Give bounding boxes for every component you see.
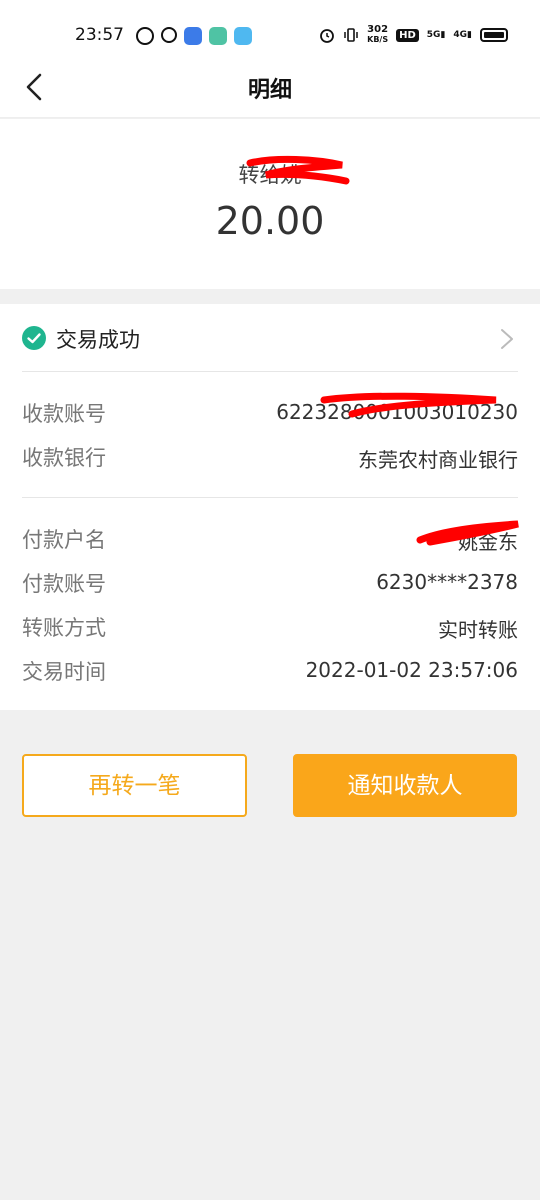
transaction-status: 交易成功 xyxy=(56,328,140,352)
alarm-icon xyxy=(320,29,335,43)
payer-account-value: 6230****2378 xyxy=(376,570,518,594)
payer-info: 付款户名 姚金东 付款账号 6230****2378 转账方式 实时转账 交易时… xyxy=(22,520,518,696)
notify-receiver-button[interactable]: 通知收款人 xyxy=(293,754,517,817)
shield-app-icon xyxy=(234,27,252,45)
header: 明细 xyxy=(0,70,540,118)
vibrate-icon xyxy=(344,28,358,42)
green-app-icon xyxy=(209,27,227,45)
transfer-method-row: 转账方式 实时转账 xyxy=(22,608,518,652)
receiver-bank-row: 收款银行 东莞农村商业银行 xyxy=(22,438,518,482)
transaction-time-value: 2022-01-02 23:57:06 xyxy=(305,658,518,682)
receiver-bank-label: 收款银行 xyxy=(22,446,106,470)
transaction-time-row: 交易时间 2022-01-02 23:57:06 xyxy=(22,652,518,696)
battery-icon xyxy=(480,28,508,42)
page-title: 明细 xyxy=(247,78,292,103)
notification-icons xyxy=(136,27,252,45)
app-k-icon xyxy=(136,27,154,45)
hd-badge: HD xyxy=(396,28,419,42)
blue-app-icon xyxy=(184,27,202,45)
payer-name-row: 付款户名 姚金东 xyxy=(22,520,518,564)
receiver-account-row: 收款账号 6223280001003010230 xyxy=(22,394,518,438)
transfer-method-label: 转账方式 xyxy=(22,616,106,640)
check-circle-icon xyxy=(22,326,46,350)
system-icons: 302 KB/S HD 5G▮ 4G▮ xyxy=(319,25,508,45)
receiver-account-value: 6223280001003010230 xyxy=(276,400,518,424)
signal-5g: 5G▮ xyxy=(426,30,446,40)
payer-name-label: 付款户名 xyxy=(22,528,106,552)
payer-account-label: 付款账号 xyxy=(22,572,106,596)
payer-name-value: 姚金东 xyxy=(458,530,518,554)
status-bar: 23:57 302 KB/S HD 5G▮ 4G▮ xyxy=(0,0,540,70)
transaction-time-label: 交易时间 xyxy=(22,660,106,684)
transfer-method-value: 实时转账 xyxy=(438,618,518,642)
status-time: 23:57 xyxy=(75,25,124,45)
transfer-again-button[interactable]: 再转一笔 xyxy=(22,754,247,817)
music-icon xyxy=(161,27,177,43)
signal-4g: 4G▮ xyxy=(453,30,472,40)
receiver-account-label: 收款账号 xyxy=(22,402,106,426)
receiver-bank-value: 东莞农村商业银行 xyxy=(358,448,518,472)
transaction-status-row[interactable]: 交易成功 xyxy=(22,304,518,372)
details-card: 交易成功 收款账号 6223280001003010230 收款银行 东莞农村商… xyxy=(0,304,540,710)
chevron-right-icon xyxy=(501,329,513,349)
amount-card: 转给姚 20.00 xyxy=(0,119,540,289)
transfer-amount: 20.00 xyxy=(215,199,325,243)
receiver-info: 收款账号 6223280001003010230 收款银行 东莞农村商业银行 xyxy=(22,394,518,498)
recipient-label: 转给姚 xyxy=(238,163,302,187)
net-speed: 302 KB/S xyxy=(367,24,389,45)
payer-account-row: 付款账号 6230****2378 xyxy=(22,564,518,608)
